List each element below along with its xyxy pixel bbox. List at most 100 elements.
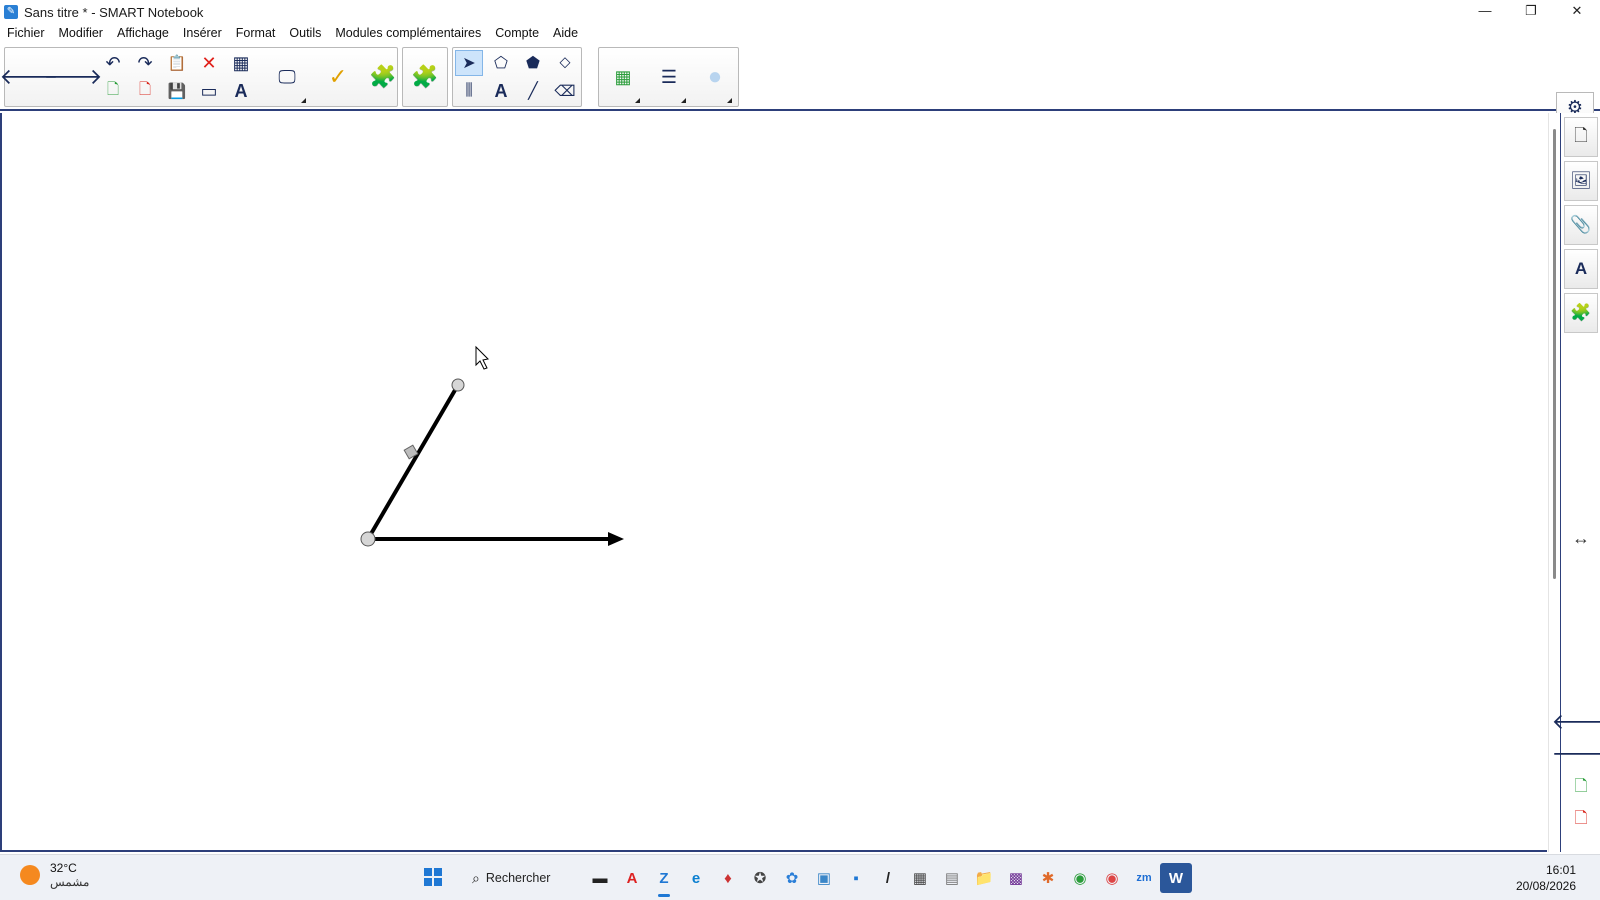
- response-icon[interactable]: ✓: [318, 49, 358, 105]
- page-sorter-icon[interactable]: 🗋: [1564, 117, 1598, 157]
- taskbar-app-calculator[interactable]: ▤: [936, 863, 968, 893]
- close-button[interactable]: ✕: [1554, 0, 1600, 24]
- system-clock[interactable]: 16:01 20/08/2026: [1516, 862, 1576, 894]
- menu-fichier[interactable]: Fichier: [7, 26, 45, 40]
- menu-outils[interactable]: Outils: [289, 26, 321, 40]
- screen-capture-icon[interactable]: 🖵: [267, 49, 307, 105]
- regular-polygon-icon[interactable]: ⬟: [519, 50, 547, 76]
- weather-description: مشمس: [50, 875, 90, 889]
- endpoint-handle[interactable]: [451, 378, 465, 392]
- menu-aide[interactable]: Aide: [553, 26, 578, 40]
- forward-arrow-icon[interactable]: 🡒: [44, 49, 103, 105]
- fill-effect-icon[interactable]: ●: [695, 49, 735, 105]
- save-icon[interactable]: 💾: [163, 78, 191, 104]
- canvas-drawing: [360, 345, 624, 547]
- taskbar-app-blue-window[interactable]: ▣: [808, 863, 840, 893]
- properties-icon[interactable]: A: [1564, 249, 1598, 289]
- magic-pen-icon[interactable]: ⫼: [455, 78, 483, 104]
- menu-modules[interactable]: Modules complémentaires: [335, 26, 481, 40]
- toolbar-group-lab: 🧩: [402, 47, 448, 107]
- menu-format[interactable]: Format: [236, 26, 276, 40]
- fill-effect-dropdown[interactable]: [727, 98, 732, 103]
- taskbar-app-acrobat[interactable]: A: [616, 863, 648, 893]
- taskbar-app-copilot[interactable]: ✿: [776, 863, 808, 893]
- minimize-button[interactable]: —: [1462, 0, 1508, 24]
- main-toolbar: 🡐 🡒 ↶ ↷ 📋 ✕ ▦ 🗋 🗋 💾 ▭ A 🖵 ✓ 🧩 🧩 ➤ ⬠ ⬟ ⬦ …: [0, 45, 1600, 152]
- side-addons-icon[interactable]: 🧩: [1564, 293, 1598, 333]
- shapes-icon[interactable]: ⬠: [487, 50, 515, 76]
- menu-compte[interactable]: Compte: [495, 26, 539, 40]
- taskbar-app-purple[interactable]: ▩: [1000, 863, 1032, 893]
- taskbar-app-zoom[interactable]: zm: [1128, 863, 1160, 893]
- text-tool-icon[interactable]: A: [487, 78, 515, 104]
- taskbar-app-chrome[interactable]: ◉: [1064, 863, 1096, 893]
- prev-page-arrow-icon[interactable]: 🡐: [1552, 709, 1600, 735]
- inclined-segment-line[interactable]: [366, 383, 460, 541]
- paste-icon[interactable]: 📋: [163, 50, 191, 76]
- taskbar-app-word[interactable]: W: [1160, 863, 1192, 893]
- fill-icon[interactable]: ⬦: [551, 50, 579, 76]
- clock-date: 20/08/2026: [1515, 879, 1576, 893]
- search-label: Rechercher: [485, 871, 551, 885]
- toolbar-group-file: 🡐 🡒 ↶ ↷ 📋 ✕ ▦ 🗋 🗋 💾 ▭ A 🖵 ✓ 🧩: [0, 47, 398, 107]
- mouse-cursor-icon: [475, 345, 490, 370]
- attachments-icon[interactable]: 📎: [1564, 205, 1598, 245]
- window-controls: — ❐ ✕: [1462, 0, 1600, 24]
- taskbar-app-red-icon[interactable]: ♦: [712, 863, 744, 893]
- taskbar-apps: ▬ A Z e ♦ ✪ ✿ ▣ ▪ / ▦ ▤ 📁 ▩ ✱ ◉ ◉ zm W: [584, 863, 1192, 897]
- taskbar-app-chatgpt[interactable]: ✪: [744, 863, 776, 893]
- color-palette-icon[interactable]: ▦: [603, 49, 643, 105]
- gallery-icon[interactable]: 🖼: [1564, 161, 1598, 201]
- addons-icon[interactable]: 🧩: [363, 49, 403, 105]
- toolbar-group-tools: ➤ ⬠ ⬟ ⬦ ⫼ A ╱ ⌫: [452, 47, 582, 107]
- delete-icon[interactable]: ✕: [195, 50, 223, 76]
- line-tool-icon[interactable]: ╱: [519, 78, 547, 104]
- taskbar-app-screen[interactable]: ▦: [904, 863, 936, 893]
- text-recognition-icon[interactable]: A: [227, 78, 255, 104]
- taskbar-app-file-explorer[interactable]: 📁: [968, 863, 1000, 893]
- scrollbar-thumb[interactable]: [1553, 129, 1556, 579]
- smart-notebook-icon: ✎: [4, 5, 18, 19]
- vertex-handle[interactable]: [360, 531, 376, 547]
- menu-inserer[interactable]: Insérer: [183, 26, 222, 40]
- resize-panel-icon[interactable]: ↔: [1567, 525, 1595, 551]
- maximize-button[interactable]: ❐: [1508, 0, 1554, 24]
- weather-widget[interactable]: 32°C مشمس: [20, 861, 89, 889]
- taskbar-app-chrome-2[interactable]: ◉: [1096, 863, 1128, 893]
- menu-affichage[interactable]: Affichage: [117, 26, 169, 40]
- search-icon: ⌕: [472, 869, 480, 886]
- side-delete-page-icon[interactable]: 🗋: [1567, 807, 1595, 833]
- select-pointer-icon[interactable]: ➤: [455, 50, 483, 76]
- menu-bar: Fichier Modifier Affichage Insérer Forma…: [0, 23, 1600, 43]
- line-style-dropdown[interactable]: [681, 98, 686, 103]
- taskbar-app-orange-star[interactable]: ✱: [1032, 863, 1064, 893]
- add-page-icon[interactable]: 🗋: [99, 78, 127, 104]
- taskbar-search[interactable]: ⌕ Rechercher: [462, 863, 572, 893]
- title-bar: ✎ Sans titre * - SMART Notebook — ❐ ✕: [0, 0, 1600, 24]
- taskbar-app-monitor[interactable]: ▪: [840, 863, 872, 893]
- windows-taskbar: 32°C مشمس ⌕ Rechercher ▬ A Z e ♦ ✪ ✿ ▣ ▪…: [0, 854, 1600, 900]
- windows-start-icon[interactable]: [424, 868, 442, 886]
- side-panel: 🗋 🖼 📎 A 🧩 ↔ 🡐 🡒 🗋 🗋: [1552, 113, 1600, 852]
- color-dropdown[interactable]: [635, 98, 640, 103]
- screen-shade-icon[interactable]: ▭: [195, 78, 223, 104]
- menu-modifier[interactable]: Modifier: [59, 26, 103, 40]
- next-page-arrow-icon[interactable]: 🡒: [1552, 741, 1600, 767]
- taskbar-app-pen[interactable]: /: [872, 863, 904, 893]
- lab-activity-icon[interactable]: 🧩: [405, 49, 445, 105]
- taskbar-app-task-view[interactable]: ▬: [584, 863, 616, 893]
- redo-icon[interactable]: ↷: [131, 50, 159, 76]
- temperature: 32°C: [50, 861, 77, 875]
- toolbar-group-properties: ▦ ☰ ●: [598, 47, 739, 107]
- line-style-icon[interactable]: ☰: [649, 49, 689, 105]
- undo-icon[interactable]: ↶: [99, 50, 127, 76]
- eraser-icon[interactable]: ⌫: [551, 78, 579, 104]
- taskbar-app-smart-notebook[interactable]: Z: [648, 863, 680, 897]
- notebook-page-canvas[interactable]: [0, 113, 1547, 852]
- side-add-page-icon[interactable]: 🗋: [1567, 775, 1595, 801]
- window-title: Sans titre * - SMART Notebook: [24, 4, 204, 20]
- taskbar-app-edge[interactable]: e: [680, 863, 712, 893]
- delete-page-icon[interactable]: 🗋: [131, 78, 159, 104]
- insert-table-icon[interactable]: ▦: [227, 50, 255, 76]
- screen-capture-dropdown[interactable]: [301, 98, 306, 103]
